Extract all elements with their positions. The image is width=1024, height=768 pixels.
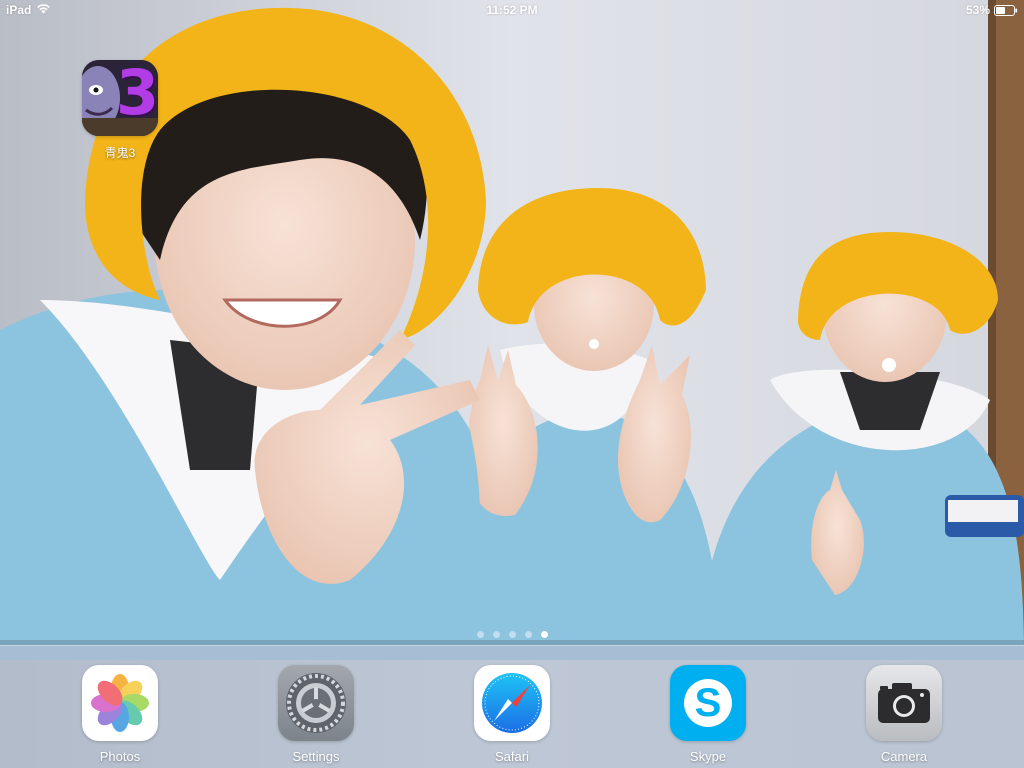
page-dot[interactable] — [524, 631, 532, 638]
page-dot[interactable] — [508, 631, 516, 638]
safari-compass-icon — [474, 665, 550, 741]
dock-app-label: Photos — [99, 749, 141, 764]
battery-icon — [994, 4, 1018, 16]
status-bar: iPad 11:52 PM 53% — [0, 0, 1024, 20]
dock-app-safari[interactable]: Safari — [467, 665, 557, 764]
dock-app-label: Camera — [880, 749, 928, 764]
settings-gear-icon — [278, 665, 354, 741]
status-time: 11:52 PM — [486, 3, 538, 17]
skype-icon: S — [670, 665, 746, 741]
photos-icon — [82, 665, 158, 741]
dock-app-camera[interactable]: Camera — [859, 665, 949, 764]
camera-icon — [866, 665, 942, 741]
battery-percentage: 53% — [965, 3, 990, 17]
dock-app-photos[interactable]: Photos — [75, 665, 165, 764]
dock-app-label: Settings — [292, 749, 340, 764]
dock-app-skype[interactable]: S Skype — [663, 665, 753, 764]
page-dot[interactable] — [476, 631, 484, 638]
status-bar-right: 53% — [966, 3, 1018, 17]
app-label: 青鬼3 — [104, 146, 136, 160]
app-aooni3[interactable]: 3 青鬼3 — [75, 60, 165, 161]
page-indicator[interactable] — [0, 631, 1024, 638]
dock-app-settings[interactable]: Settings — [271, 665, 361, 764]
page-dot[interactable] — [492, 631, 500, 638]
dock: Photos Settings Safari S Skype Camera — [0, 645, 1024, 768]
dock-app-label: Skype — [689, 749, 727, 764]
skype-glyph: S — [694, 681, 722, 725]
page-dot-active[interactable] — [540, 631, 548, 638]
dock-app-label: Safari — [495, 749, 529, 764]
aooni3-app-icon: 3 — [82, 60, 158, 136]
aooni3-glyph: 3 — [116, 60, 158, 129]
